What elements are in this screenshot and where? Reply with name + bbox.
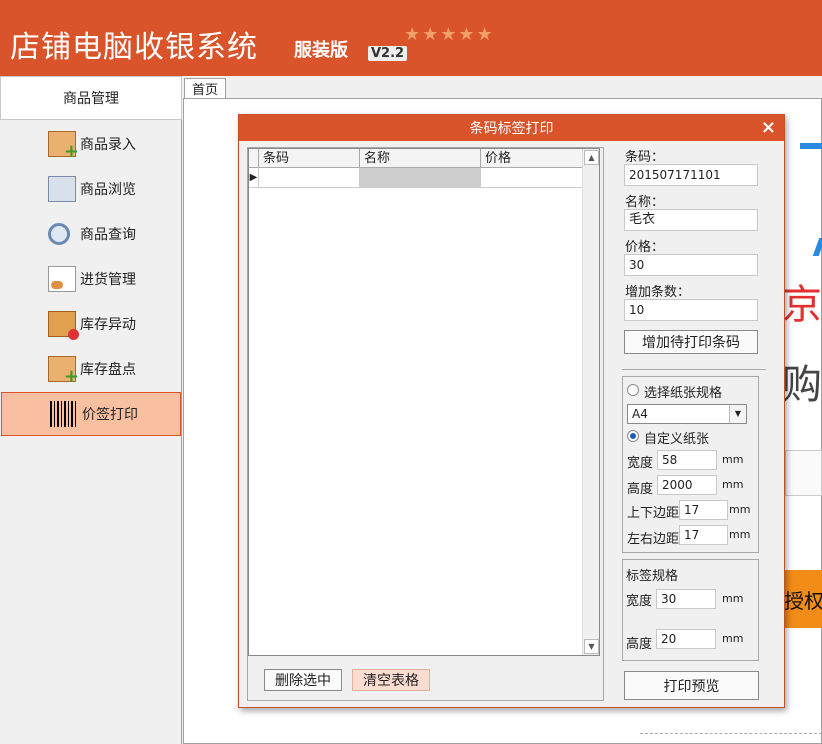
sidebar-header[interactable]: 商品管理 bbox=[0, 76, 182, 120]
name-field[interactable]: 毛衣 bbox=[624, 209, 758, 231]
paper-size-select[interactable]: A4 ▼ bbox=[627, 404, 747, 424]
row-header-corner bbox=[249, 149, 259, 168]
label-height-label: 高度 bbox=[626, 637, 653, 652]
cell-price[interactable] bbox=[481, 168, 583, 188]
barcode-label: 条码： bbox=[625, 150, 665, 165]
horizontal-margin-field[interactable]: 17 bbox=[679, 525, 728, 545]
close-icon[interactable]: × bbox=[761, 117, 776, 138]
background-text: 京 bbox=[782, 282, 822, 328]
label-height-field[interactable]: 20 bbox=[656, 629, 716, 649]
vertical-margin-field[interactable]: 17 bbox=[679, 500, 728, 520]
clear-table-button[interactable]: 清空表格 bbox=[352, 669, 430, 691]
divider bbox=[640, 733, 822, 734]
unit-label: mm bbox=[722, 478, 744, 491]
table-row[interactable]: ▶ bbox=[249, 168, 583, 188]
horizontal-margin-label: 左右边距 bbox=[627, 532, 680, 547]
tab-home[interactable]: 首页 bbox=[184, 78, 226, 98]
scroll-up-icon[interactable]: ▲ bbox=[584, 150, 599, 165]
choose-paper-radio[interactable] bbox=[627, 384, 639, 396]
cell-name[interactable] bbox=[360, 168, 481, 188]
label-width-label: 宽度 bbox=[626, 594, 653, 609]
column-header-price[interactable]: 价格 bbox=[481, 149, 583, 168]
paper-height-label: 高度 bbox=[627, 482, 654, 497]
paper-width-label: 宽度 bbox=[627, 456, 654, 471]
app-title: 店铺电脑收银系统 bbox=[10, 30, 258, 65]
vertical-margin-label: 上下边距 bbox=[627, 506, 680, 521]
list-icon bbox=[48, 176, 76, 202]
authorize-banner[interactable]: 授权 bbox=[782, 570, 822, 628]
vertical-scrollbar[interactable]: ▲ ▼ bbox=[582, 149, 599, 655]
sidebar-item-label: 库存异动 bbox=[80, 317, 136, 333]
background-card bbox=[785, 450, 822, 496]
count-field[interactable]: 10 bbox=[624, 299, 758, 321]
delete-selected-button[interactable]: 删除选中 bbox=[264, 669, 342, 691]
scroll-down-icon[interactable]: ▼ bbox=[584, 639, 599, 654]
sidebar: 商品管理 商品录入 商品浏览 商品查询 进货管理 库存异动 库存盘点 价签打印 bbox=[0, 76, 182, 744]
name-label: 名称： bbox=[625, 195, 665, 210]
package-alert-icon bbox=[48, 311, 79, 340]
custom-paper-radio[interactable] bbox=[627, 430, 639, 442]
barcode-icon bbox=[50, 401, 78, 427]
unit-label: mm bbox=[729, 528, 751, 541]
label-width-field[interactable]: 30 bbox=[656, 589, 716, 609]
custom-paper-label: 自定义纸张 bbox=[644, 432, 710, 447]
version-label: V2.2 bbox=[368, 46, 408, 61]
magnifier-icon bbox=[48, 223, 70, 245]
unit-label: mm bbox=[722, 592, 744, 605]
paper-width-field[interactable]: 58 bbox=[657, 450, 717, 470]
grid-header: 条码 名称 价格 bbox=[249, 149, 583, 168]
sidebar-item-stock-count[interactable]: 库存盘点 bbox=[0, 347, 182, 391]
count-label: 增加条数： bbox=[625, 285, 691, 300]
column-header-name[interactable]: 名称 bbox=[360, 149, 481, 168]
box-add-icon bbox=[48, 356, 79, 387]
tab-strip bbox=[183, 76, 822, 98]
print-list-grid[interactable]: 条码 名称 价格 ▶ ▲ ▼ bbox=[248, 148, 600, 656]
background-text: 购 bbox=[782, 362, 822, 408]
sidebar-item-label: 价签打印 bbox=[82, 407, 138, 423]
sidebar-item-label: 商品录入 bbox=[80, 137, 136, 153]
column-header-barcode[interactable]: 条码 bbox=[259, 149, 360, 168]
dialog-title: 条码标签打印 bbox=[469, 121, 554, 137]
background-graphic bbox=[800, 143, 822, 149]
sidebar-item-label: 商品浏览 bbox=[80, 182, 136, 198]
label-spec-title: 标签规格 bbox=[626, 569, 679, 584]
rating-stars-icon: ★★★★★ bbox=[404, 24, 495, 45]
sidebar-item-label: 进货管理 bbox=[80, 272, 136, 288]
unit-label: mm bbox=[729, 503, 751, 516]
cell-barcode[interactable] bbox=[259, 168, 360, 188]
paper-height-field[interactable]: 2000 bbox=[657, 475, 717, 495]
price-field[interactable]: 30 bbox=[624, 254, 758, 276]
sidebar-item-purchase[interactable]: 进货管理 bbox=[0, 257, 182, 301]
paper-size-value: A4 bbox=[632, 407, 648, 421]
dialog-title-bar[interactable]: 条码标签打印 × bbox=[239, 115, 784, 141]
sidebar-item-price-tag-print[interactable]: 价签打印 bbox=[1, 392, 181, 436]
edition-label: 服装版 bbox=[294, 40, 348, 61]
chevron-down-icon[interactable]: ▼ bbox=[729, 405, 746, 423]
sidebar-item-stock-change[interactable]: 库存异动 bbox=[0, 302, 182, 346]
sidebar-item-label: 库存盘点 bbox=[80, 362, 136, 378]
barcode-field[interactable]: 201507171101 bbox=[624, 164, 758, 186]
choose-paper-label: 选择纸张规格 bbox=[644, 386, 723, 401]
sidebar-item-product-browse[interactable]: 商品浏览 bbox=[0, 167, 182, 211]
divider bbox=[622, 369, 766, 370]
price-label: 价格： bbox=[625, 240, 665, 255]
sidebar-item-product-entry[interactable]: 商品录入 bbox=[0, 122, 182, 166]
unit-label: mm bbox=[722, 453, 744, 466]
print-preview-button[interactable]: 打印预览 bbox=[624, 671, 759, 700]
app-header: 店铺电脑收银系统 服装版 ★★★★★ V2.2 bbox=[0, 0, 822, 76]
unit-label: mm bbox=[722, 632, 744, 645]
sidebar-item-product-query[interactable]: 商品查询 bbox=[0, 212, 182, 256]
document-user-icon bbox=[48, 266, 76, 292]
authorize-text: 授权 bbox=[784, 588, 822, 613]
box-add-icon bbox=[48, 131, 79, 162]
add-barcode-button[interactable]: 增加待打印条码 bbox=[624, 330, 758, 354]
sidebar-item-label: 商品查询 bbox=[80, 227, 136, 243]
current-row-arrow-icon: ▶ bbox=[249, 168, 259, 188]
